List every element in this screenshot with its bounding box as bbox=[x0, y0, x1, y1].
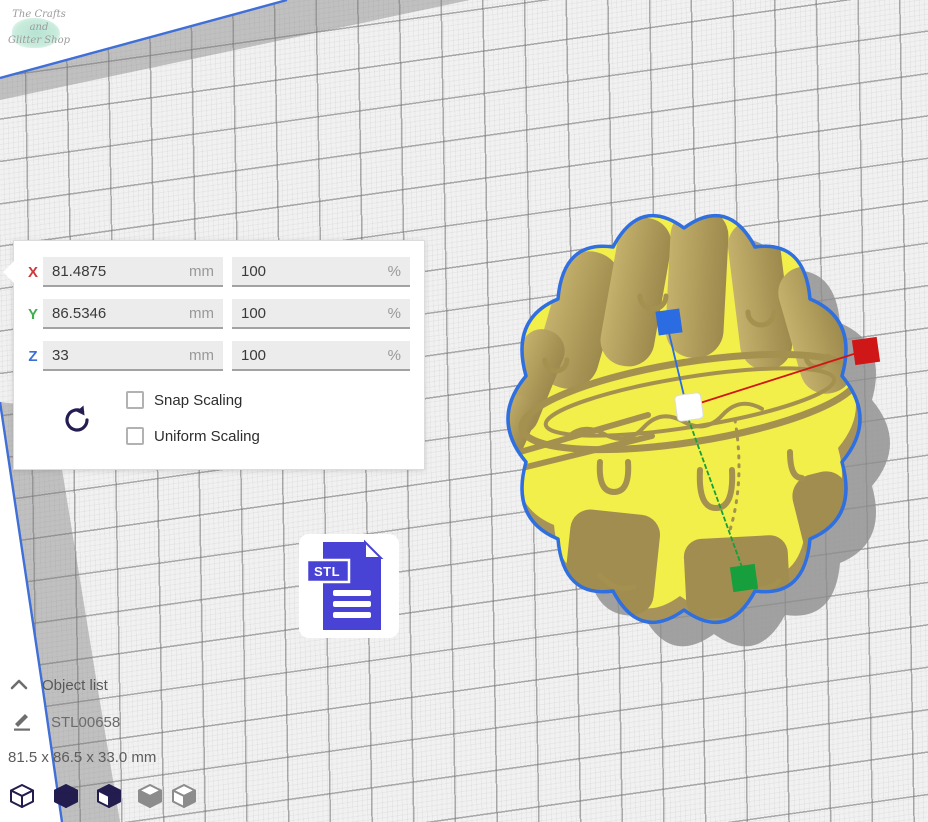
view-layer-cube-button[interactable] bbox=[170, 782, 198, 810]
stl-badge-label: STL bbox=[314, 564, 340, 579]
snap-scaling-label: Snap Scaling bbox=[154, 392, 242, 409]
x-percent-field: % bbox=[232, 257, 410, 287]
shop-logo: The Crafts and Glitter Shop bbox=[4, 2, 74, 64]
gizmo-x-handle[interactable] bbox=[852, 337, 880, 365]
axis-z-label: Z bbox=[24, 348, 42, 365]
stl-file-icon: STL bbox=[299, 534, 399, 638]
collapse-chevron-icon[interactable] bbox=[10, 679, 28, 690]
z-size-unit: mm bbox=[189, 347, 214, 364]
y-percent-field: % bbox=[232, 299, 410, 329]
reset-scale-button[interactable] bbox=[60, 403, 94, 437]
uniform-scaling-row: Uniform Scaling bbox=[126, 427, 260, 445]
x-size-input[interactable] bbox=[52, 263, 189, 280]
y-percent-input[interactable] bbox=[241, 305, 388, 322]
y-size-unit: mm bbox=[189, 305, 214, 322]
uniform-scaling-label: Uniform Scaling bbox=[154, 428, 260, 445]
reset-rotate-icon bbox=[60, 403, 94, 437]
x-size-field: mm bbox=[43, 257, 223, 287]
scale-tool-panel: X mm % Y mm % Z mm bbox=[13, 240, 425, 470]
object-dimensions: 81.5 x 86.5 x 33.0 mm bbox=[8, 749, 156, 766]
app-viewport: The Crafts and Glitter Shop bbox=[0, 0, 928, 822]
view-top-face-cube-button[interactable] bbox=[136, 782, 164, 810]
y-percent-unit: % bbox=[388, 305, 401, 322]
x-percent-input[interactable] bbox=[241, 263, 388, 280]
stl-file-card[interactable]: STL bbox=[299, 534, 399, 638]
z-percent-field: % bbox=[232, 341, 410, 371]
gizmo-center-handle[interactable] bbox=[674, 392, 703, 421]
snap-scaling-checkbox[interactable] bbox=[126, 391, 144, 409]
x-percent-unit: % bbox=[388, 263, 401, 280]
view-wireframe-cube-button[interactable] bbox=[8, 782, 36, 810]
y-size-field: mm bbox=[43, 299, 223, 329]
logo-line-1: The Crafts bbox=[4, 8, 74, 21]
gizmo-z-handle[interactable] bbox=[655, 308, 682, 335]
z-percent-input[interactable] bbox=[241, 347, 388, 364]
axis-y-label: Y bbox=[24, 306, 42, 323]
x-size-unit: mm bbox=[189, 263, 214, 280]
wireframe-cube-icon bbox=[8, 782, 36, 810]
view-front-face-cube-button[interactable] bbox=[95, 782, 123, 810]
z-percent-unit: % bbox=[388, 347, 401, 364]
z-size-input[interactable] bbox=[52, 347, 189, 364]
front-face-cube-icon bbox=[95, 782, 123, 810]
gizmo-y-handle[interactable] bbox=[730, 564, 758, 592]
logo-line-3: Glitter Shop bbox=[4, 34, 74, 47]
view-solid-cube-button[interactable] bbox=[52, 782, 80, 810]
object-list-title[interactable]: Object list bbox=[42, 677, 108, 694]
snap-scaling-row: Snap Scaling bbox=[126, 391, 242, 409]
logo-line-2: and bbox=[4, 21, 74, 34]
solid-cube-icon bbox=[52, 782, 80, 810]
object-file-name[interactable]: STL00658 bbox=[51, 714, 120, 731]
axis-x-label: X bbox=[24, 264, 42, 281]
y-size-input[interactable] bbox=[52, 305, 189, 322]
edit-pencil-icon[interactable] bbox=[12, 711, 32, 731]
top-face-cube-icon bbox=[136, 782, 164, 810]
z-size-field: mm bbox=[43, 341, 223, 371]
panel-notch bbox=[3, 261, 14, 283]
uniform-scaling-checkbox[interactable] bbox=[126, 427, 144, 445]
layer-cube-icon bbox=[170, 782, 198, 810]
